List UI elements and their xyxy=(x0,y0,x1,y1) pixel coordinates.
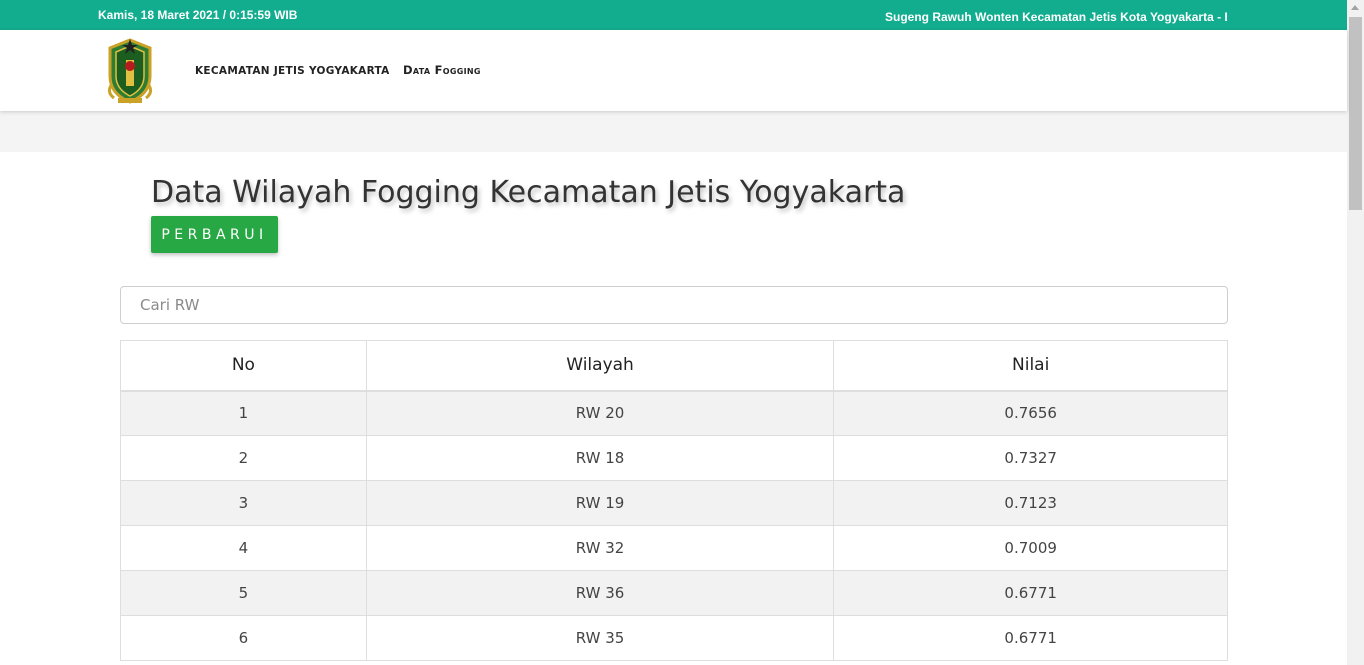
cell-no: 4 xyxy=(120,525,367,571)
table-header-row: No Wilayah Nilai xyxy=(120,340,1228,392)
cell-wilayah: RW 32 xyxy=(365,525,835,571)
cell-wilayah: RW 20 xyxy=(365,390,835,436)
header-band xyxy=(0,111,1347,152)
fogging-table: No Wilayah Nilai 1 RW 20 0.7656 2 RW 18 … xyxy=(120,340,1228,661)
cell-no: 5 xyxy=(120,570,367,616)
search-rw-input[interactable] xyxy=(120,286,1228,324)
current-datetime: Kamis, 18 Maret 2021 / 0:15:59 WIB xyxy=(98,8,298,22)
cell-wilayah: RW 36 xyxy=(365,570,835,616)
table-row: 2 RW 18 0.7327 xyxy=(120,435,1228,481)
page-title: Data Wilayah Fogging Kecamatan Jetis Yog… xyxy=(151,175,906,210)
cell-wilayah: RW 18 xyxy=(365,435,835,481)
page-scrollbar[interactable] xyxy=(1347,0,1364,665)
header-no: No xyxy=(120,340,367,392)
cell-wilayah: RW 35 xyxy=(365,615,835,661)
top-info-bar: Kamis, 18 Maret 2021 / 0:15:59 WIB Sugen… xyxy=(0,0,1347,30)
table-row: 6 RW 35 0.6771 xyxy=(120,615,1228,661)
table-row: 5 RW 36 0.6771 xyxy=(120,570,1228,616)
header-wilayah: Wilayah xyxy=(365,340,835,392)
yogyakarta-crest-icon[interactable] xyxy=(104,36,156,106)
table-row: 3 RW 19 0.7123 xyxy=(120,480,1228,526)
perbarui-button[interactable]: PERBARUI xyxy=(151,216,278,253)
cell-nilai: 0.7656 xyxy=(833,390,1228,436)
cell-no: 2 xyxy=(120,435,367,481)
nav-data-fogging[interactable]: Data Fogging xyxy=(403,63,481,77)
cell-no: 1 xyxy=(120,390,367,436)
cell-no: 3 xyxy=(120,480,367,526)
scroll-up-arrow-icon[interactable] xyxy=(1351,5,1359,10)
welcome-marquee: Sugeng Rawuh Wonten Kecamatan Jetis Kota… xyxy=(885,10,1227,24)
table-row: 1 RW 20 0.7656 xyxy=(120,390,1228,436)
table-row: 4 RW 32 0.7009 xyxy=(120,525,1228,571)
cell-nilai: 0.6771 xyxy=(833,615,1228,661)
cell-no: 6 xyxy=(120,615,367,661)
header-nilai: Nilai xyxy=(833,340,1228,392)
cell-wilayah: RW 19 xyxy=(365,480,835,526)
cell-nilai: 0.7123 xyxy=(833,480,1228,526)
cell-nilai: 0.6771 xyxy=(833,570,1228,616)
nav-kecamatan-jetis[interactable]: KECAMATAN JETIS YOGYAKARTA xyxy=(195,65,390,77)
navbar: KECAMATAN JETIS YOGYAKARTA Data Fogging xyxy=(0,30,1347,111)
cell-nilai: 0.7009 xyxy=(833,525,1228,571)
cell-nilai: 0.7327 xyxy=(833,435,1228,481)
scrollbar-thumb[interactable] xyxy=(1349,17,1362,210)
